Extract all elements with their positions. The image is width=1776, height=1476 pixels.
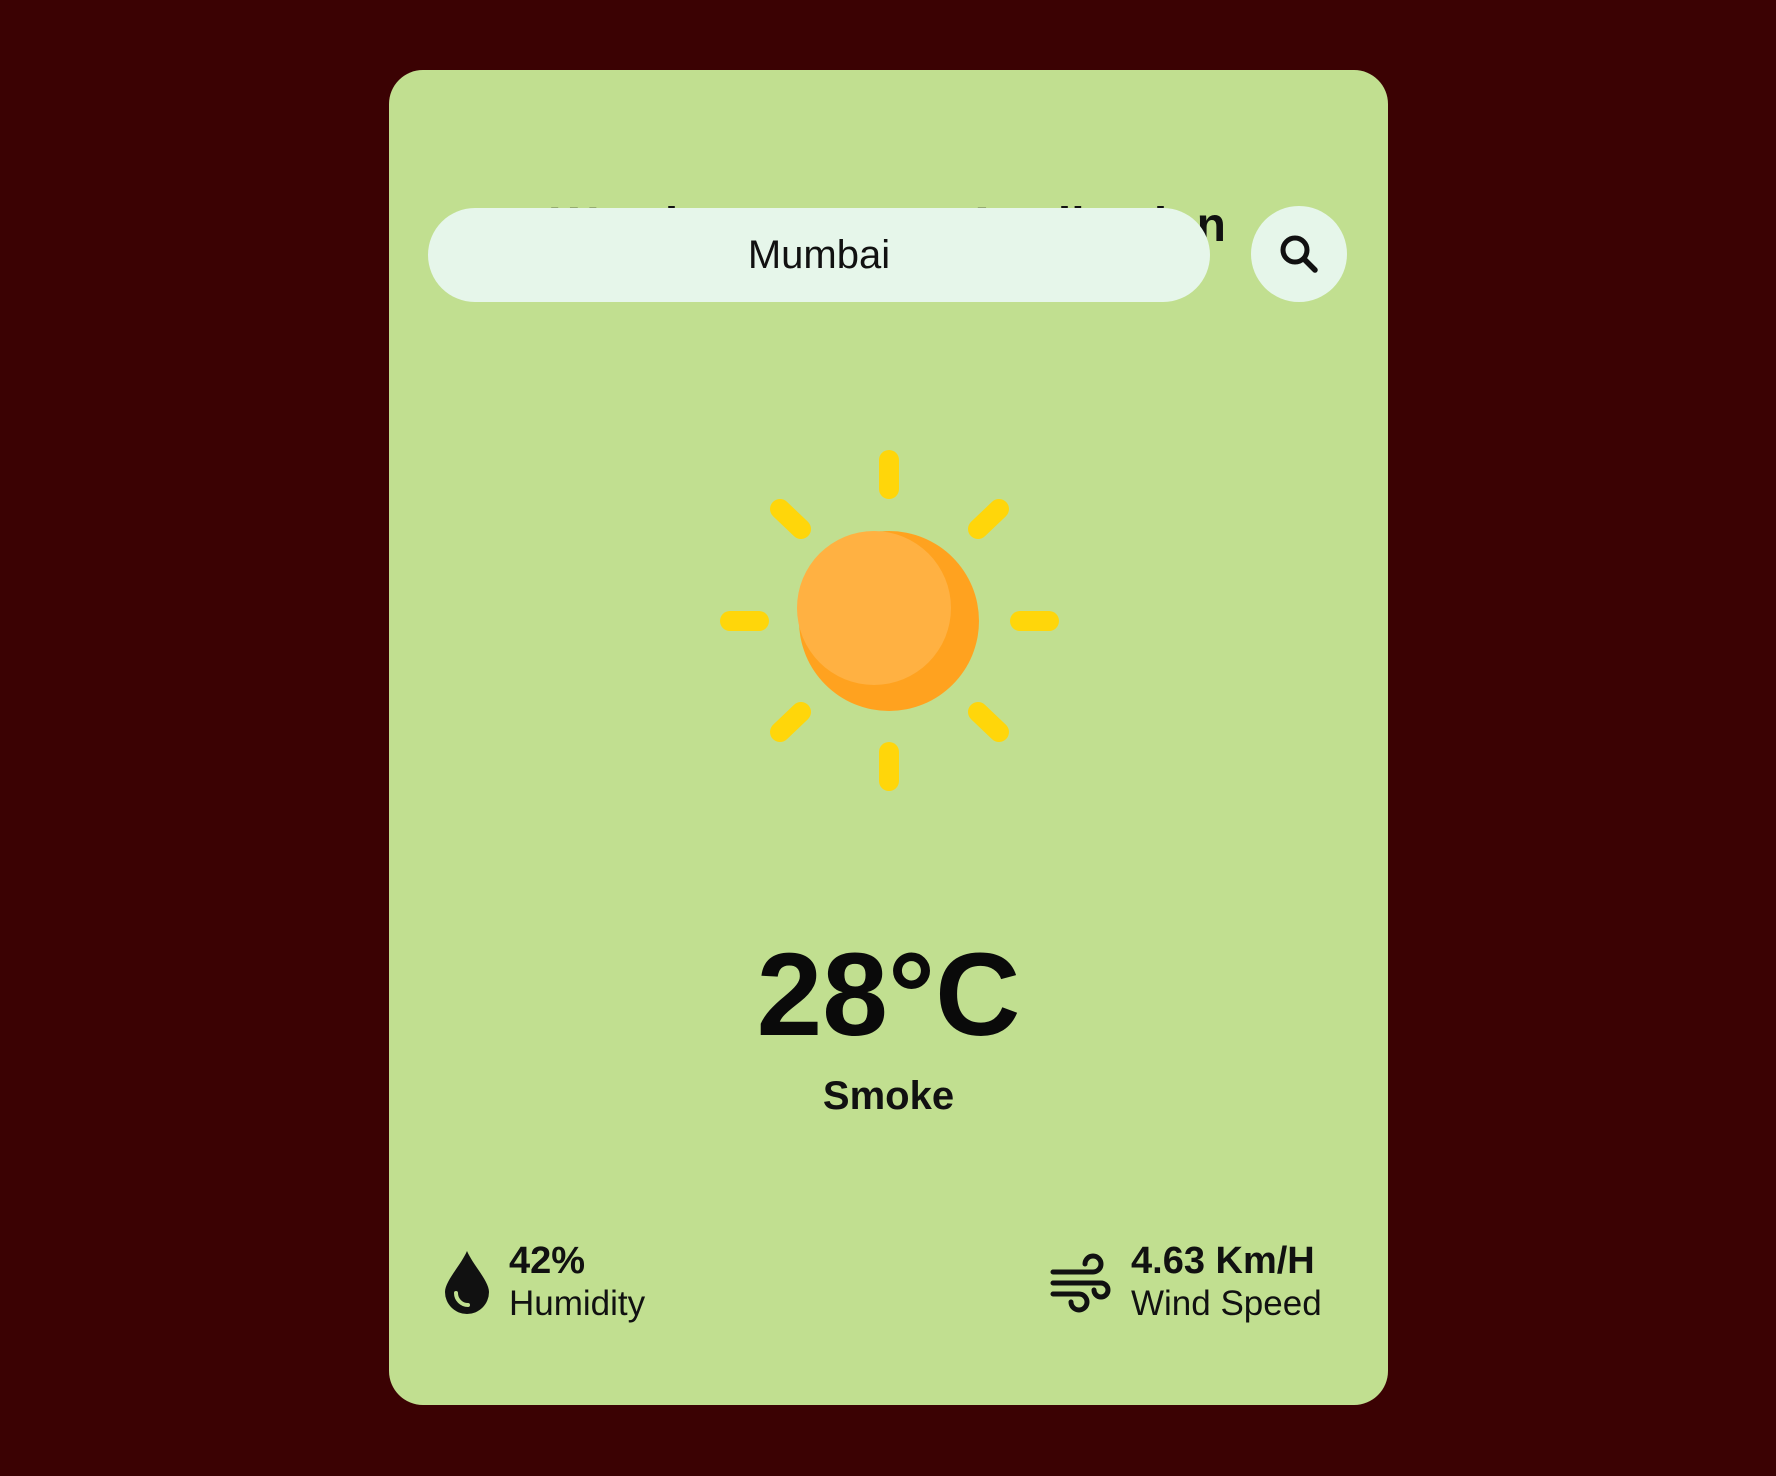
search-icon xyxy=(1280,235,1318,273)
wind-speed-label: Wind Speed xyxy=(1131,1284,1322,1323)
wind-speed-value: 4.63 Km/H xyxy=(1131,1240,1315,1282)
weather-condition: Smoke xyxy=(822,1074,955,1118)
temperature-value: 28°C xyxy=(756,929,1021,1061)
wind-icon xyxy=(1050,1253,1111,1313)
sun-icon xyxy=(720,450,1059,791)
humidity-text: 42% Humidity xyxy=(509,1239,645,1325)
humidity-value: 42% xyxy=(509,1240,586,1282)
humidity-section: 42% Humidity xyxy=(443,1234,645,1330)
humidity-label: Humidity xyxy=(509,1284,646,1323)
sun-highlight xyxy=(797,531,951,685)
search-button[interactable] xyxy=(1251,206,1347,302)
weather-card: Weather Forecast Application 28°C Smoke xyxy=(389,70,1388,1405)
humidity-drop-icon xyxy=(445,1251,489,1314)
city-search-input[interactable] xyxy=(428,208,1210,302)
wind-text: 4.63 Km/H Wind Speed xyxy=(1131,1239,1322,1325)
wind-section: 4.63 Km/H Wind Speed xyxy=(1049,1234,1322,1330)
